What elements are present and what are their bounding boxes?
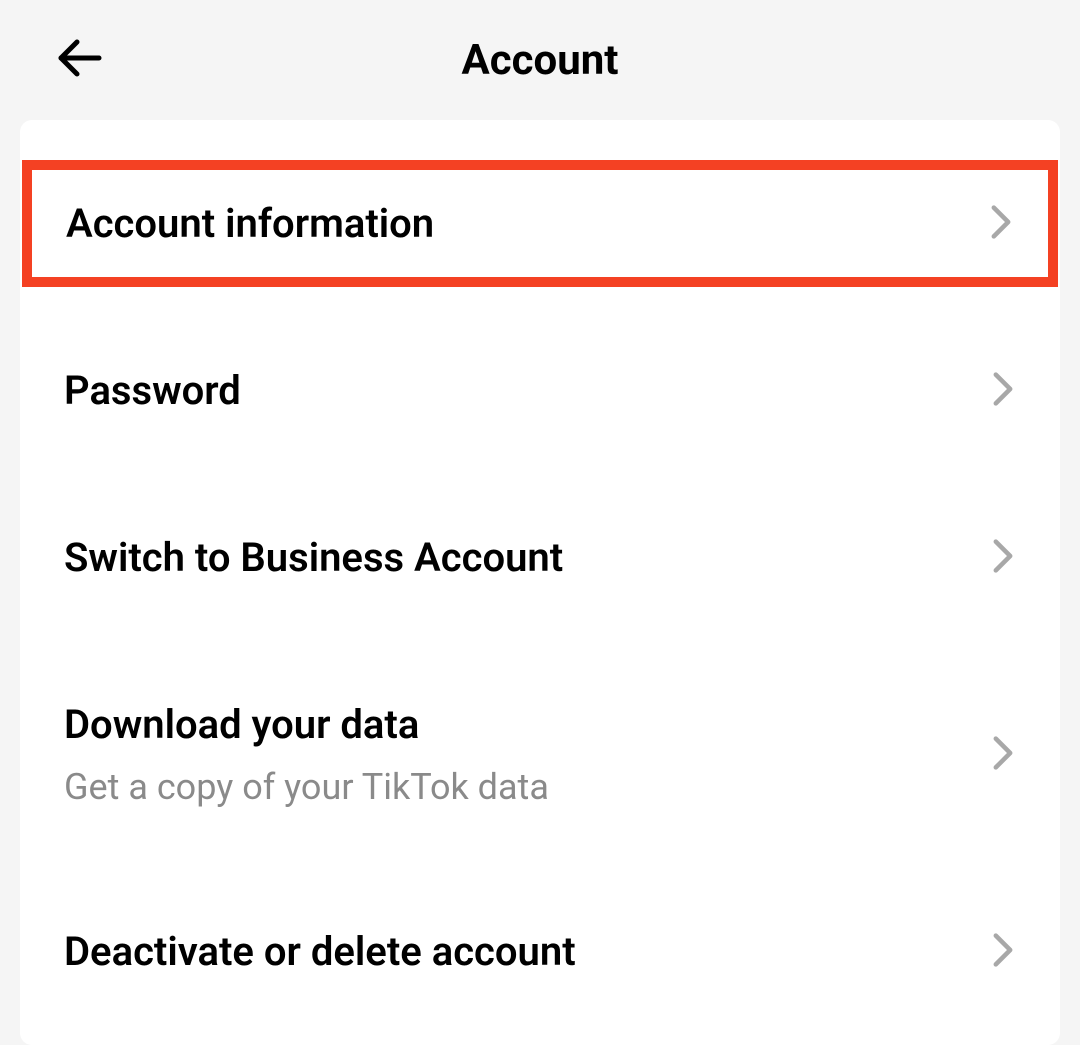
chevron-right-icon <box>991 932 1015 972</box>
switch-business-account-item[interactable]: Switch to Business Account <box>20 494 1060 621</box>
item-content: Switch to Business Account <box>50 534 563 581</box>
password-item[interactable]: Password <box>20 327 1060 454</box>
chevron-right-icon <box>991 538 1015 578</box>
item-label: Deactivate or delete account <box>50 928 576 975</box>
back-button[interactable] <box>50 29 108 91</box>
chevron-right-icon <box>989 204 1013 244</box>
item-label: Download your data <box>50 701 549 748</box>
settings-card: Account information Password Switch to B… <box>20 120 1060 1045</box>
download-data-item[interactable]: Download your data Get a copy of your Ti… <box>20 661 1060 848</box>
item-label: Password <box>50 367 241 414</box>
item-content: Deactivate or delete account <box>50 928 576 975</box>
spacer <box>20 848 1060 888</box>
item-subtitle: Get a copy of your TikTok data <box>50 766 549 808</box>
account-information-item[interactable]: Account information <box>22 160 1058 287</box>
chevron-right-icon <box>991 735 1015 775</box>
item-content: Password <box>50 367 241 414</box>
item-content: Account information <box>52 200 434 247</box>
item-label: Switch to Business Account <box>50 534 563 581</box>
spacer <box>20 621 1060 661</box>
page-title: Account <box>50 36 1030 85</box>
header: Account <box>0 0 1080 120</box>
spacer <box>20 454 1060 494</box>
chevron-right-icon <box>991 371 1015 411</box>
item-content: Download your data Get a copy of your Ti… <box>50 701 549 808</box>
arrow-left-icon <box>55 34 103 82</box>
spacer <box>20 287 1060 327</box>
item-label: Account information <box>52 200 434 247</box>
deactivate-delete-item[interactable]: Deactivate or delete account <box>20 888 1060 1015</box>
